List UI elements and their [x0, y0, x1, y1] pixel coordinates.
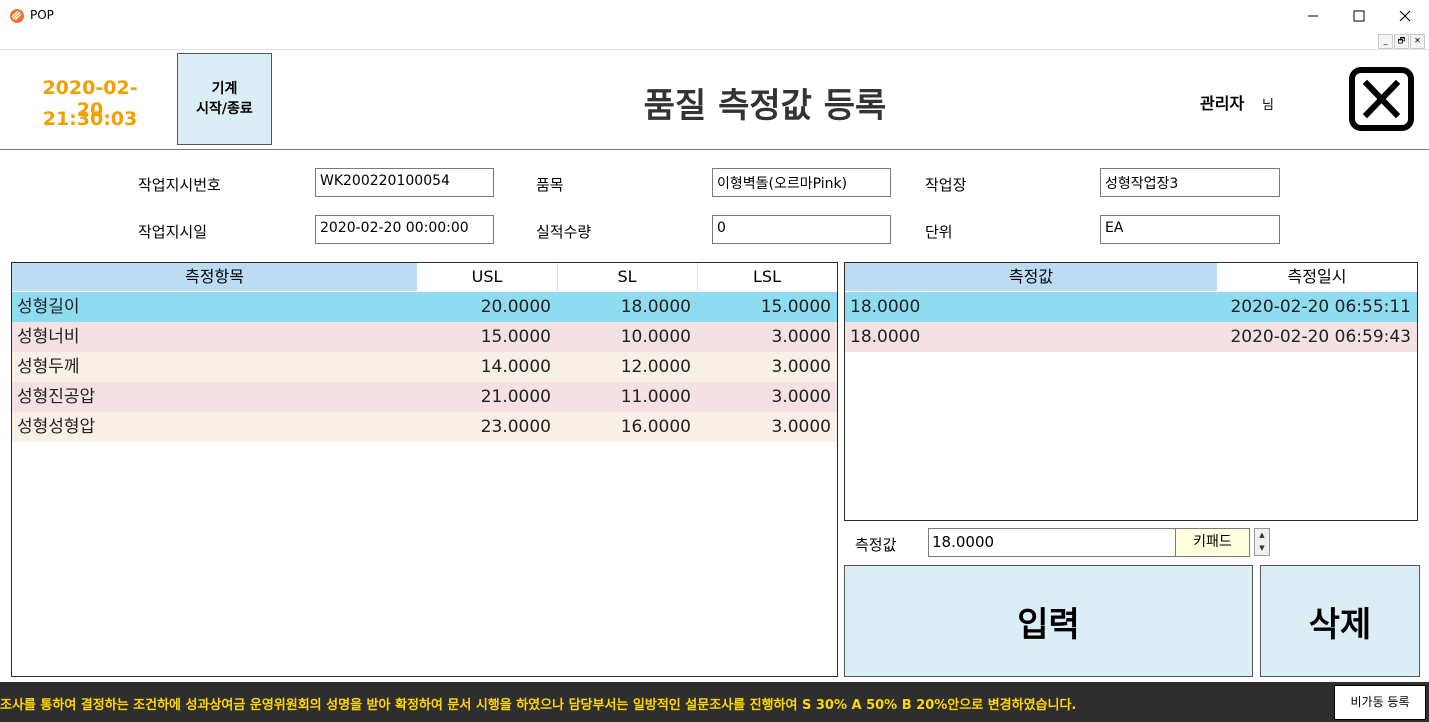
actual-qty-label: 실적수량 — [536, 223, 592, 241]
input-button[interactable]: 입력 — [844, 565, 1253, 677]
cell-value: 18.0000 — [850, 297, 921, 317]
table-row[interactable]: 성형두께 14.0000 12.0000 3.0000 — [12, 352, 837, 382]
mdi-controls: _ 🗗 ✕ — [1378, 34, 1425, 49]
cell-item: 성형두께 — [17, 357, 80, 377]
current-time: 21:30:03 — [42, 108, 138, 130]
cell-item: 성형길이 — [17, 297, 80, 317]
workshop-field[interactable]: 성형작업장3 — [1100, 168, 1280, 197]
stepper-down-icon[interactable]: ▼ — [1255, 542, 1269, 555]
divider — [0, 49, 1429, 50]
window-titlebar — [0, 0, 1429, 31]
cell-lsl: 3.0000 — [771, 387, 831, 407]
actual-qty-field[interactable]: 0 — [712, 215, 891, 244]
work-order-date-label: 작업지시일 — [138, 223, 208, 241]
item-field[interactable]: 이형벽돌(오르마Pink) — [712, 168, 891, 197]
cell-usl: 15.0000 — [480, 327, 551, 347]
close-screen-button[interactable] — [1349, 67, 1414, 131]
user-honorific: 님 — [1262, 98, 1274, 113]
column-header-datetime[interactable]: 측정일시 — [1217, 263, 1417, 291]
cell-sl: 12.0000 — [620, 357, 691, 377]
cell-sl: 16.0000 — [620, 417, 691, 437]
table-row[interactable]: 성형성형압 23.0000 16.0000 3.0000 — [12, 412, 837, 442]
cell-sl: 10.0000 — [620, 327, 691, 347]
work-order-date-field[interactable]: 2020-02-20 00:00:00 — [315, 215, 494, 244]
table-row[interactable]: 18.0000 2020-02-20 06:55:11 — [845, 292, 1417, 322]
cell-lsl: 15.0000 — [760, 297, 831, 317]
machine-button-line2: 시작/종료 — [196, 101, 253, 117]
machine-start-stop-button[interactable]: 기계 시작/종료 — [177, 53, 272, 145]
column-header-value[interactable]: 측정값 — [845, 263, 1217, 291]
workshop-label: 작업장 — [925, 176, 967, 194]
column-header-usl[interactable]: USL — [417, 263, 558, 291]
window-maximize-button[interactable] — [1336, 0, 1382, 31]
window-title: POP — [30, 8, 54, 22]
column-header-item[interactable]: 측정항목 — [12, 263, 417, 291]
table-row[interactable]: 성형길이 20.0000 18.0000 15.0000 — [12, 292, 837, 322]
stepper-up-icon[interactable]: ▲ — [1255, 529, 1269, 542]
window-minimize-button[interactable] — [1290, 0, 1336, 31]
cell-datetime: 2020-02-20 06:55:11 — [1230, 297, 1411, 317]
delete-button[interactable]: 삭제 — [1260, 565, 1420, 677]
cell-datetime: 2020-02-20 06:59:43 — [1230, 327, 1411, 347]
value-stepper[interactable]: ▲ ▼ — [1254, 528, 1270, 556]
cell-lsl: 3.0000 — [771, 417, 831, 437]
cell-item: 성형진공압 — [17, 387, 96, 407]
cell-lsl: 3.0000 — [771, 327, 831, 347]
page-title: 품질 측정값 등록 — [643, 86, 887, 126]
notice-marquee: 조사를 통하여 결정하는 조건하에 성과상여금 운영위원회의 성명을 받아 확정… — [0, 698, 1077, 713]
table-row[interactable]: 18.0000 2020-02-20 06:59:43 — [845, 322, 1417, 352]
cell-usl: 21.0000 — [480, 387, 551, 407]
item-label: 품목 — [536, 176, 564, 194]
mdi-close-button[interactable]: ✕ — [1410, 34, 1425, 49]
app-logo-icon — [9, 8, 25, 24]
measure-value-label: 측정값 — [855, 536, 897, 554]
cell-usl: 14.0000 — [480, 357, 551, 377]
cell-sl: 18.0000 — [620, 297, 691, 317]
mdi-restore-button[interactable]: 🗗 — [1394, 34, 1409, 49]
cell-value: 18.0000 — [850, 327, 921, 347]
work-order-no-field[interactable]: WK200220100054 — [315, 168, 494, 197]
cell-item: 성형너비 — [17, 327, 80, 347]
window-close-button[interactable] — [1382, 0, 1428, 31]
machine-button-line1: 기계 — [211, 81, 238, 97]
measurement-values-grid[interactable]: 측정값 측정일시 18.0000 2020-02-20 06:55:11 18.… — [844, 262, 1418, 521]
cell-usl: 23.0000 — [480, 417, 551, 437]
divider — [0, 149, 1429, 150]
cell-lsl: 3.0000 — [771, 357, 831, 377]
measure-value-input[interactable]: 18.0000 — [928, 528, 1180, 557]
close-icon — [1362, 79, 1401, 119]
cell-usl: 20.0000 — [480, 297, 551, 317]
cell-sl: 11.0000 — [620, 387, 691, 407]
column-header-sl[interactable]: SL — [557, 263, 698, 291]
table-row[interactable]: 성형진공압 21.0000 11.0000 3.0000 — [12, 382, 837, 412]
user-name: 관리자 — [1200, 94, 1245, 113]
unit-field[interactable]: EA — [1100, 215, 1280, 244]
mdi-minimize-button[interactable]: _ — [1378, 34, 1393, 49]
measurement-items-grid[interactable]: 측정항목 USL SL LSL 성형길이 20.0000 18.0000 15.… — [11, 262, 838, 677]
keypad-button[interactable]: 키패드 — [1175, 528, 1250, 557]
cell-item: 성형성형압 — [17, 417, 96, 437]
downtime-register-button[interactable]: 비가동 등록 — [1334, 685, 1426, 720]
column-header-lsl[interactable]: LSL — [697, 263, 837, 291]
table-row[interactable]: 성형너비 15.0000 10.0000 3.0000 — [12, 322, 837, 352]
unit-label: 단위 — [925, 223, 953, 241]
work-order-no-label: 작업지시번호 — [138, 176, 221, 194]
